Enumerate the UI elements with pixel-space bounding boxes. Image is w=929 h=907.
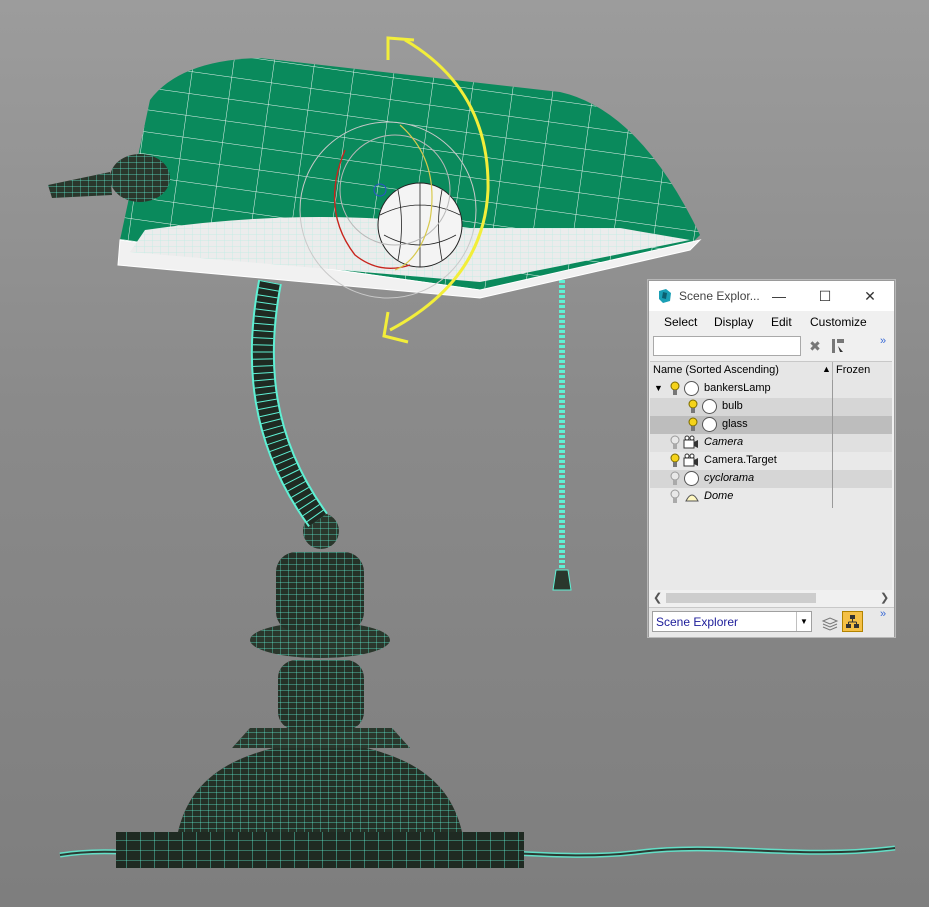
- menu-bar: Select Display Edit Customize: [649, 311, 894, 333]
- scrollbar-thumb[interactable]: [666, 593, 816, 603]
- light-bulb-on-icon[interactable]: [688, 399, 698, 415]
- window-title: Scene Explor...: [679, 289, 760, 303]
- chevron-down-icon[interactable]: ▼: [796, 612, 811, 631]
- hierarchy-icon: [846, 615, 859, 628]
- frozen-cell[interactable]: [832, 416, 892, 434]
- tree-row-dome[interactable]: Dome: [650, 488, 892, 506]
- tree-row-bankerslamp[interactable]: ▼ bankersLamp: [650, 380, 892, 398]
- object-name: Camera: [704, 436, 744, 448]
- explorer-selector-dropdown[interactable]: Scene Explorer ▼: [652, 611, 812, 632]
- lamp-base: [116, 513, 524, 868]
- viewport[interactable]: Scene Explor... — ☐ ✕ Select Display Edi…: [0, 0, 929, 907]
- menu-select[interactable]: Select: [664, 315, 697, 329]
- menu-display[interactable]: Display: [714, 315, 753, 329]
- select-children-icon[interactable]: [829, 337, 847, 355]
- sort-ascending-icon: ▲: [822, 364, 831, 374]
- scene-tree[interactable]: ▼ bankersLamp bulb glass Camera Camera.T…: [650, 380, 892, 590]
- menu-edit[interactable]: Edit: [771, 315, 792, 329]
- menu-customize[interactable]: Customize: [810, 315, 867, 329]
- column-frozen-header[interactable]: Frozen: [836, 364, 870, 376]
- object-name: cyclorama: [704, 472, 755, 484]
- frozen-cell[interactable]: [832, 470, 892, 488]
- light-bulb-off-icon[interactable]: [670, 489, 680, 505]
- object-name: bulb: [722, 400, 743, 412]
- horizontal-scrollbar[interactable]: ❮ ❯: [650, 590, 892, 606]
- toolbar: ✖ »: [649, 333, 894, 361]
- frozen-cell[interactable]: [832, 488, 892, 506]
- explorer-selector-value: Scene Explorer: [656, 615, 739, 629]
- frozen-cell[interactable]: [832, 452, 892, 470]
- object-name: glass: [722, 418, 748, 430]
- tree-row-camera[interactable]: Camera: [650, 434, 892, 452]
- tree-row-bulb[interactable]: bulb: [650, 398, 892, 416]
- frozen-cell[interactable]: [832, 398, 892, 416]
- 3dsmax-logo-icon: [659, 289, 671, 303]
- object-geometry-icon: [684, 471, 699, 486]
- scene-explorer-window[interactable]: Scene Explor... — ☐ ✕ Select Display Edi…: [648, 280, 895, 637]
- light-bulb-off-icon[interactable]: [670, 435, 680, 451]
- expand-arrow-icon[interactable]: ▼: [654, 383, 663, 393]
- clear-search-icon[interactable]: ✖: [806, 337, 824, 355]
- frozen-cell[interactable]: [832, 434, 892, 452]
- hierarchy-mode-button[interactable]: [842, 611, 863, 632]
- column-name-header[interactable]: Name (Sorted Ascending): [653, 364, 779, 376]
- bottom-toolbar: Scene Explorer ▼ »: [649, 607, 894, 637]
- minimize-icon[interactable]: —: [768, 285, 790, 307]
- lamp-shade: [48, 58, 702, 299]
- scroll-right-icon[interactable]: ❯: [880, 590, 889, 606]
- column-divider: [832, 380, 833, 508]
- camera-icon: [683, 453, 698, 467]
- light-bulb-on-icon[interactable]: [688, 417, 698, 433]
- object-name: Camera.Target: [704, 454, 777, 466]
- search-input[interactable]: [653, 336, 801, 356]
- light-bulb-on-icon[interactable]: [670, 453, 680, 469]
- object-name: bankersLamp: [704, 382, 771, 394]
- dome-light-icon: [685, 494, 699, 502]
- column-header: Name (Sorted Ascending) ▲ Frozen: [650, 361, 892, 381]
- object-name: Dome: [704, 490, 734, 502]
- frozen-cell[interactable]: [832, 380, 892, 398]
- title-bar[interactable]: Scene Explor... — ☐ ✕: [649, 281, 894, 311]
- tree-row-cyclorama[interactable]: cyclorama: [650, 470, 892, 488]
- tree-row-camera-target[interactable]: Camera.Target: [650, 452, 892, 470]
- camera-icon: [683, 435, 698, 449]
- object-geometry-icon: [684, 381, 699, 396]
- column-divider[interactable]: [832, 362, 833, 380]
- toolbar-overflow-icon[interactable]: »: [880, 335, 886, 347]
- layers-icon[interactable]: [821, 614, 839, 632]
- object-geometry-icon: [702, 417, 717, 432]
- tree-row-glass[interactable]: glass: [650, 416, 892, 434]
- bottom-overflow-icon[interactable]: »: [880, 608, 886, 620]
- close-icon[interactable]: ✕: [859, 285, 881, 307]
- object-geometry-icon: [702, 399, 717, 414]
- pull-chain: [552, 240, 572, 591]
- scroll-left-icon[interactable]: ❮: [653, 590, 662, 606]
- light-bulb-on-icon[interactable]: [670, 381, 680, 397]
- maximize-icon[interactable]: ☐: [814, 285, 836, 307]
- light-bulb-off-icon[interactable]: [670, 471, 680, 487]
